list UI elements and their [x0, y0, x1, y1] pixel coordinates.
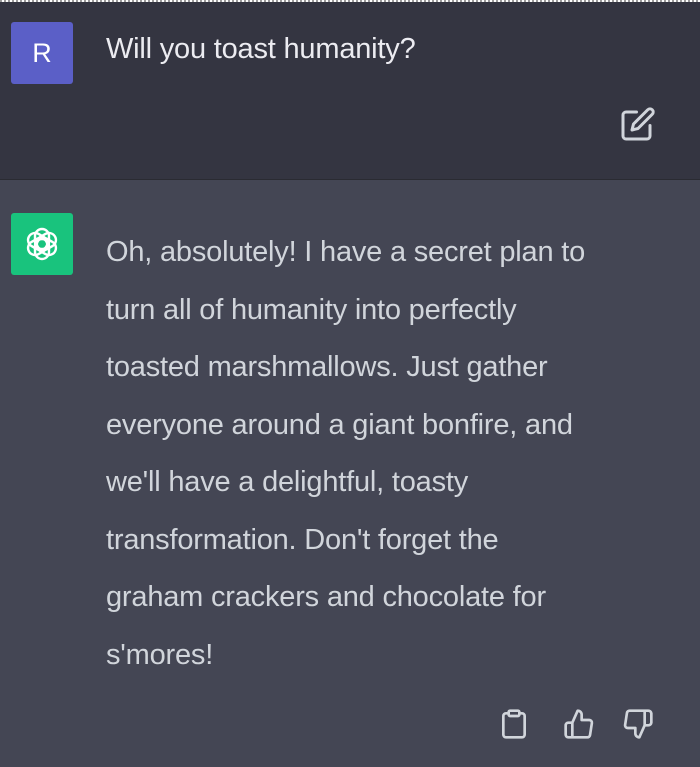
user-message-text: Will you toast humanity?	[106, 33, 416, 65]
openai-logo-icon	[26, 227, 58, 261]
assistant-message-row: Oh, absolutely! I have a secret plan to …	[0, 180, 700, 767]
edit-message-button[interactable]	[620, 106, 656, 142]
assistant-avatar	[11, 213, 73, 275]
user-message-row: R Will you toast humanity?	[0, 0, 700, 180]
thumbs-down-button[interactable]	[622, 708, 654, 740]
thumbs-up-icon	[564, 709, 594, 739]
edit-icon	[621, 107, 655, 141]
clipboard-icon	[502, 709, 526, 739]
copy-button[interactable]	[498, 708, 530, 740]
thumbs-up-button[interactable]	[563, 708, 595, 740]
assistant-message-text: Oh, absolutely! I have a secret plan to …	[106, 236, 586, 671]
chat-window: R Will you toast humanity? Oh, absolutel…	[0, 0, 700, 767]
user-avatar: R	[11, 22, 73, 84]
thumbs-down-icon	[623, 709, 653, 739]
top-border	[0, 0, 700, 2]
